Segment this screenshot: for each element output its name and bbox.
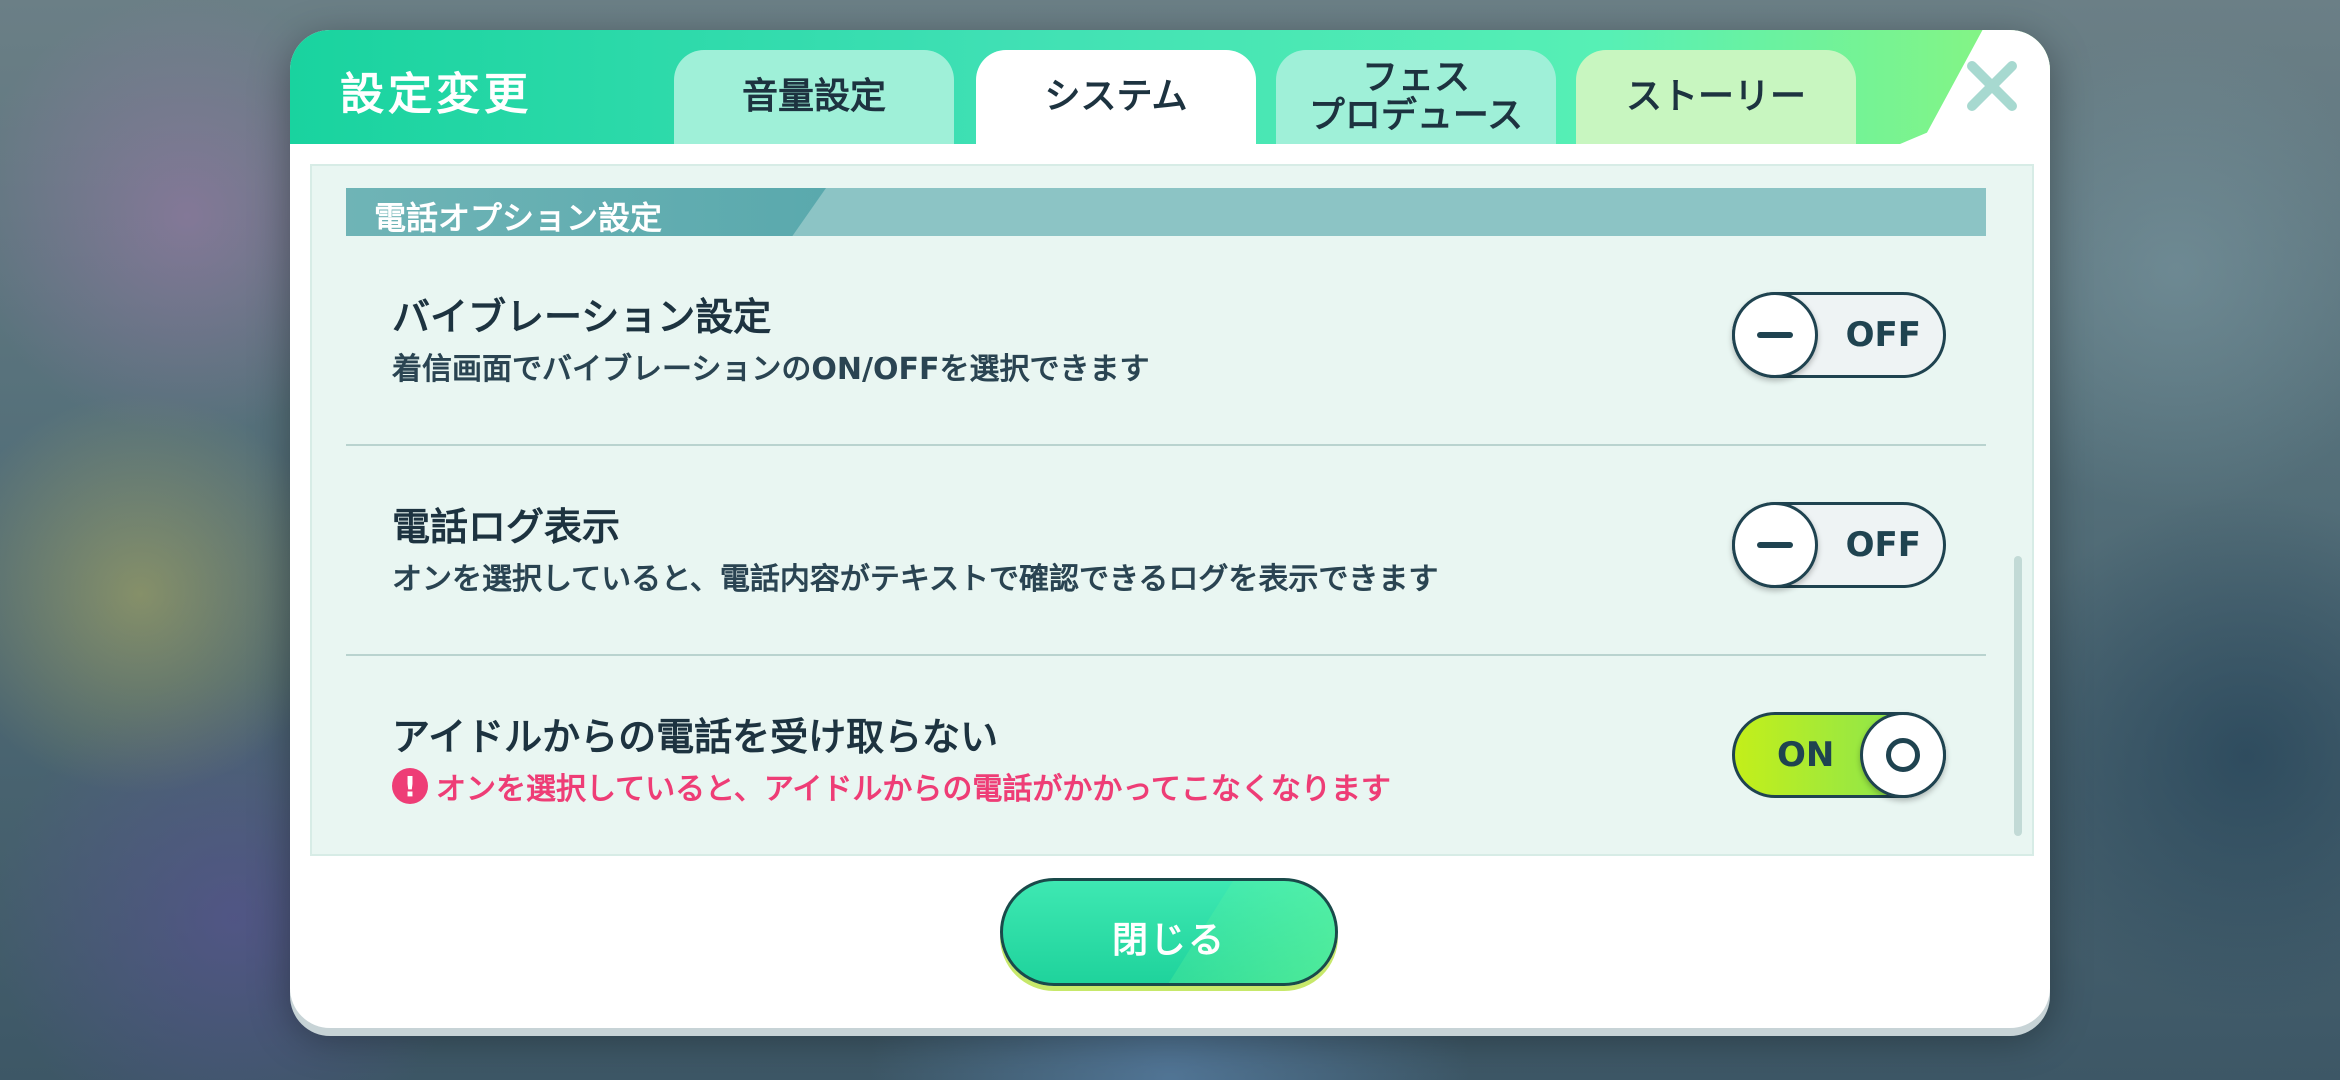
circle-icon [1886,738,1920,772]
minus-icon [1757,332,1793,338]
setting-row-block-idol-calls: アイドルからの電話を受け取らない ! オンを選択していると、アイドルからの電話が… [346,656,1986,866]
toggle-knob [1732,502,1818,588]
setting-warning: ! オンを選択していると、アイドルからの電話がかかってこなくなります [392,764,1391,808]
setting-row-call-log: 電話ログ表示 オンを選択していると、電話内容がテキストで確認できるログを表示でき… [346,446,1986,656]
vibration-toggle[interactable]: OFF [1732,292,1946,378]
minus-icon [1757,542,1793,548]
settings-dialog: 設定変更 音量設定 システム フェス プロデュース ストーリー 電話オプション設… [290,30,2050,1028]
setting-title: 電話ログ表示 [392,505,621,549]
setting-title: バイブレーション設定 [392,295,772,339]
setting-description: オンを選択していると、電話内容がテキストで確認できるログを表示できます [392,562,1439,597]
tab-volume[interactable]: 音量設定 [674,50,954,144]
setting-description: 着信画面でバイブレーションのON/OFFを選択できます [392,352,1150,387]
section-header: 電話オプション設定 [346,188,1986,236]
toggle-state-label: OFF [1845,525,1921,565]
tab-fes-produce-label: フェス プロデュース [1308,57,1524,136]
scrollbar[interactable] [2014,556,2022,836]
close-button-label: 閉じる [1111,920,1226,961]
warning-text: オンを選択していると、アイドルからの電話がかかってこなくなります [436,772,1391,807]
call-log-toggle[interactable]: OFF [1732,502,1946,588]
tab-story-label: ストーリー [1625,76,1806,117]
setting-row-vibration: バイブレーション設定 着信画面でバイブレーションのON/OFFを選択できます O… [346,236,1986,446]
tab-volume-label: 音量設定 [741,76,886,117]
section-title: 電話オプション設定 [374,199,663,236]
tab-story[interactable]: ストーリー [1576,50,1856,144]
dialog-title: 設定変更 [340,69,532,120]
warning-icon: ! [392,768,428,804]
block-idol-calls-toggle[interactable]: ON [1732,712,1946,798]
close-button[interactable]: 閉じる [1000,878,1338,986]
tab-fes-produce[interactable]: フェス プロデュース [1276,50,1556,144]
dialog-header: 設定変更 音量設定 システム フェス プロデュース ストーリー [290,30,2050,144]
toggle-knob [1860,712,1946,798]
tab-system[interactable]: システム [976,50,1256,144]
toggle-state-label: ON [1777,735,1835,775]
tab-system-label: システム [1044,76,1188,117]
toggle-state-label: OFF [1845,315,1921,355]
close-x-icon[interactable] [1964,58,2020,114]
setting-title: アイドルからの電話を受け取らない [392,715,999,759]
toggle-knob [1732,292,1818,378]
settings-panel: 電話オプション設定 バイブレーション設定 着信画面でバイブレーションのON/OF… [310,164,2034,856]
